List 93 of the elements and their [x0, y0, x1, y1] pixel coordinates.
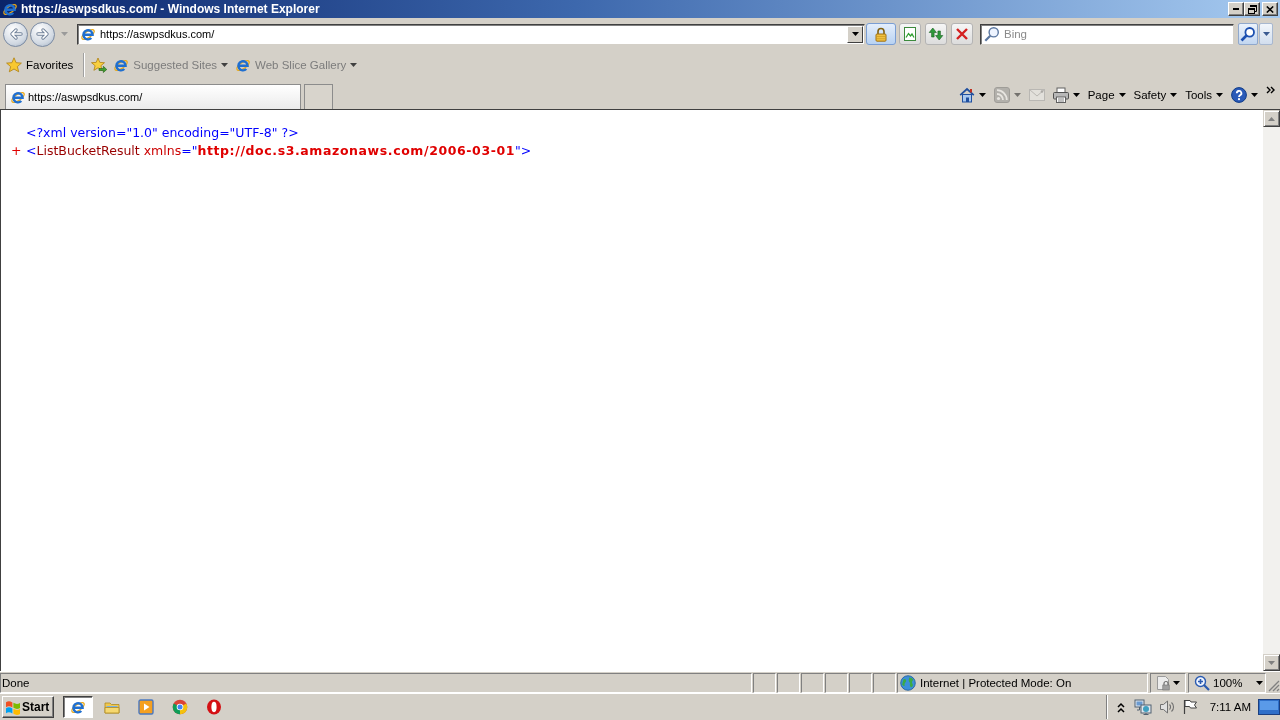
search-button[interactable] [1238, 23, 1258, 45]
e-logo-icon [113, 57, 130, 73]
close-button[interactable] [1262, 2, 1278, 16]
caret-icon [1262, 32, 1270, 36]
back-button[interactable] [3, 21, 28, 47]
security-lock-button[interactable] [866, 23, 896, 45]
e-logo-icon [235, 57, 252, 73]
menu-button[interactable]: Safety [1131, 83, 1180, 106]
address-dropdown-button[interactable] [847, 25, 863, 43]
restore-button[interactable] [1244, 2, 1260, 16]
refresh-button[interactable] [925, 23, 947, 45]
status-pane [753, 672, 776, 693]
envelope-icon [1028, 86, 1045, 103]
printer-icon [1052, 86, 1069, 103]
search-icon [984, 26, 1000, 42]
expand-toggle[interactable]: + [11, 143, 26, 158]
scroll-up-button[interactable] [1263, 110, 1280, 127]
show-desktop-button[interactable] [1258, 699, 1280, 715]
protected-mode-button[interactable] [1150, 672, 1186, 693]
menu-button[interactable]: Tools [1183, 83, 1225, 106]
forward-button[interactable] [30, 21, 55, 47]
stop-icon [954, 26, 970, 42]
caret-icon [350, 63, 358, 67]
double-chevron-icon [1266, 85, 1275, 94]
caret-icon [221, 63, 229, 67]
caret-icon [60, 32, 68, 36]
xml-line: <?xml version="1.0" encoding="UTF-8" ?> [26, 125, 299, 140]
status-pane [825, 672, 848, 693]
browser-tab[interactable]: https://aswpsdkus.com/ [5, 84, 301, 109]
rss-icon [993, 86, 1010, 103]
stop-button[interactable] [951, 23, 973, 45]
minimize-button[interactable] [1228, 2, 1244, 16]
screen-icon [1258, 699, 1280, 715]
window-title: https://aswpsdkus.com/ - Windows Internet Explorer [21, 2, 320, 16]
start-button[interactable]: Start [2, 696, 54, 718]
double-chevron-up-icon [1116, 701, 1125, 713]
star-arrow-icon [91, 57, 108, 73]
up-arrow-icon [1268, 116, 1275, 121]
restore-icon [1247, 4, 1257, 14]
network-icon[interactable] [1133, 699, 1152, 715]
minimize-icon [1233, 8, 1239, 10]
resize-grip-icon [1268, 680, 1280, 692]
caret-icon [1251, 92, 1258, 97]
house-icon [958, 86, 975, 103]
search-input[interactable]: Bing [1004, 25, 1233, 43]
vertical-scrollbar[interactable] [1263, 110, 1280, 671]
status-text: Done [0, 672, 752, 693]
globe-icon [900, 674, 916, 691]
speaker-icon[interactable] [1158, 699, 1175, 715]
color-wheel-icon [172, 699, 188, 715]
favorites-button[interactable]: Favorites [4, 54, 76, 76]
xml-line: <ListBucketResult xmlns="http://doc.s3.amazonaws.com/2006-03-01"> [26, 143, 532, 158]
menu-button[interactable]: Page [1085, 83, 1128, 106]
status-pane [873, 672, 896, 693]
arrow-right-icon [34, 26, 51, 42]
search-field[interactable]: Bing [980, 23, 1234, 45]
picture-page-icon [902, 26, 918, 42]
e-logo-icon [80, 26, 96, 42]
caret-icon [1118, 92, 1126, 97]
caret-icon [1173, 680, 1180, 685]
caret-icon [851, 32, 859, 36]
close-icon [1266, 5, 1274, 13]
clock[interactable]: 7:11 AM [1209, 701, 1251, 713]
refresh-icon [928, 26, 944, 42]
status-pane [849, 672, 872, 693]
search-icon [1240, 26, 1256, 42]
status-pane [777, 672, 800, 693]
compatibility-button[interactable] [899, 23, 921, 45]
caret-icon [1216, 92, 1223, 97]
caret-icon [1256, 680, 1263, 685]
help-icon [1231, 86, 1247, 103]
e-logo-icon [2, 1, 18, 17]
padlock-icon [873, 26, 889, 42]
four-pane-logo-icon [5, 699, 21, 715]
status-pane [801, 672, 824, 693]
ring-logo-icon [206, 699, 222, 715]
address-field[interactable]: https://aswpsdkus.com/ [77, 23, 865, 45]
folder-icon [104, 699, 120, 715]
page-lock-icon [1156, 674, 1170, 691]
star-icon [6, 57, 22, 73]
arrow-left-icon [7, 26, 24, 42]
scroll-down-button[interactable] [1263, 654, 1280, 671]
flag-icon[interactable] [1181, 699, 1198, 715]
e-logo-icon [70, 699, 86, 715]
search-options-button[interactable] [1259, 23, 1273, 45]
zoom-in-icon [1194, 674, 1210, 691]
e-logo-icon [10, 89, 26, 105]
caret-icon [1170, 92, 1178, 97]
zoom-button[interactable]: 100% [1188, 672, 1266, 693]
down-arrow-icon [1268, 660, 1275, 665]
taskbar-button[interactable] [63, 696, 93, 718]
security-zone-button[interactable]: Internet | Protected Mode: On [897, 672, 1148, 693]
play-icon [138, 699, 154, 715]
